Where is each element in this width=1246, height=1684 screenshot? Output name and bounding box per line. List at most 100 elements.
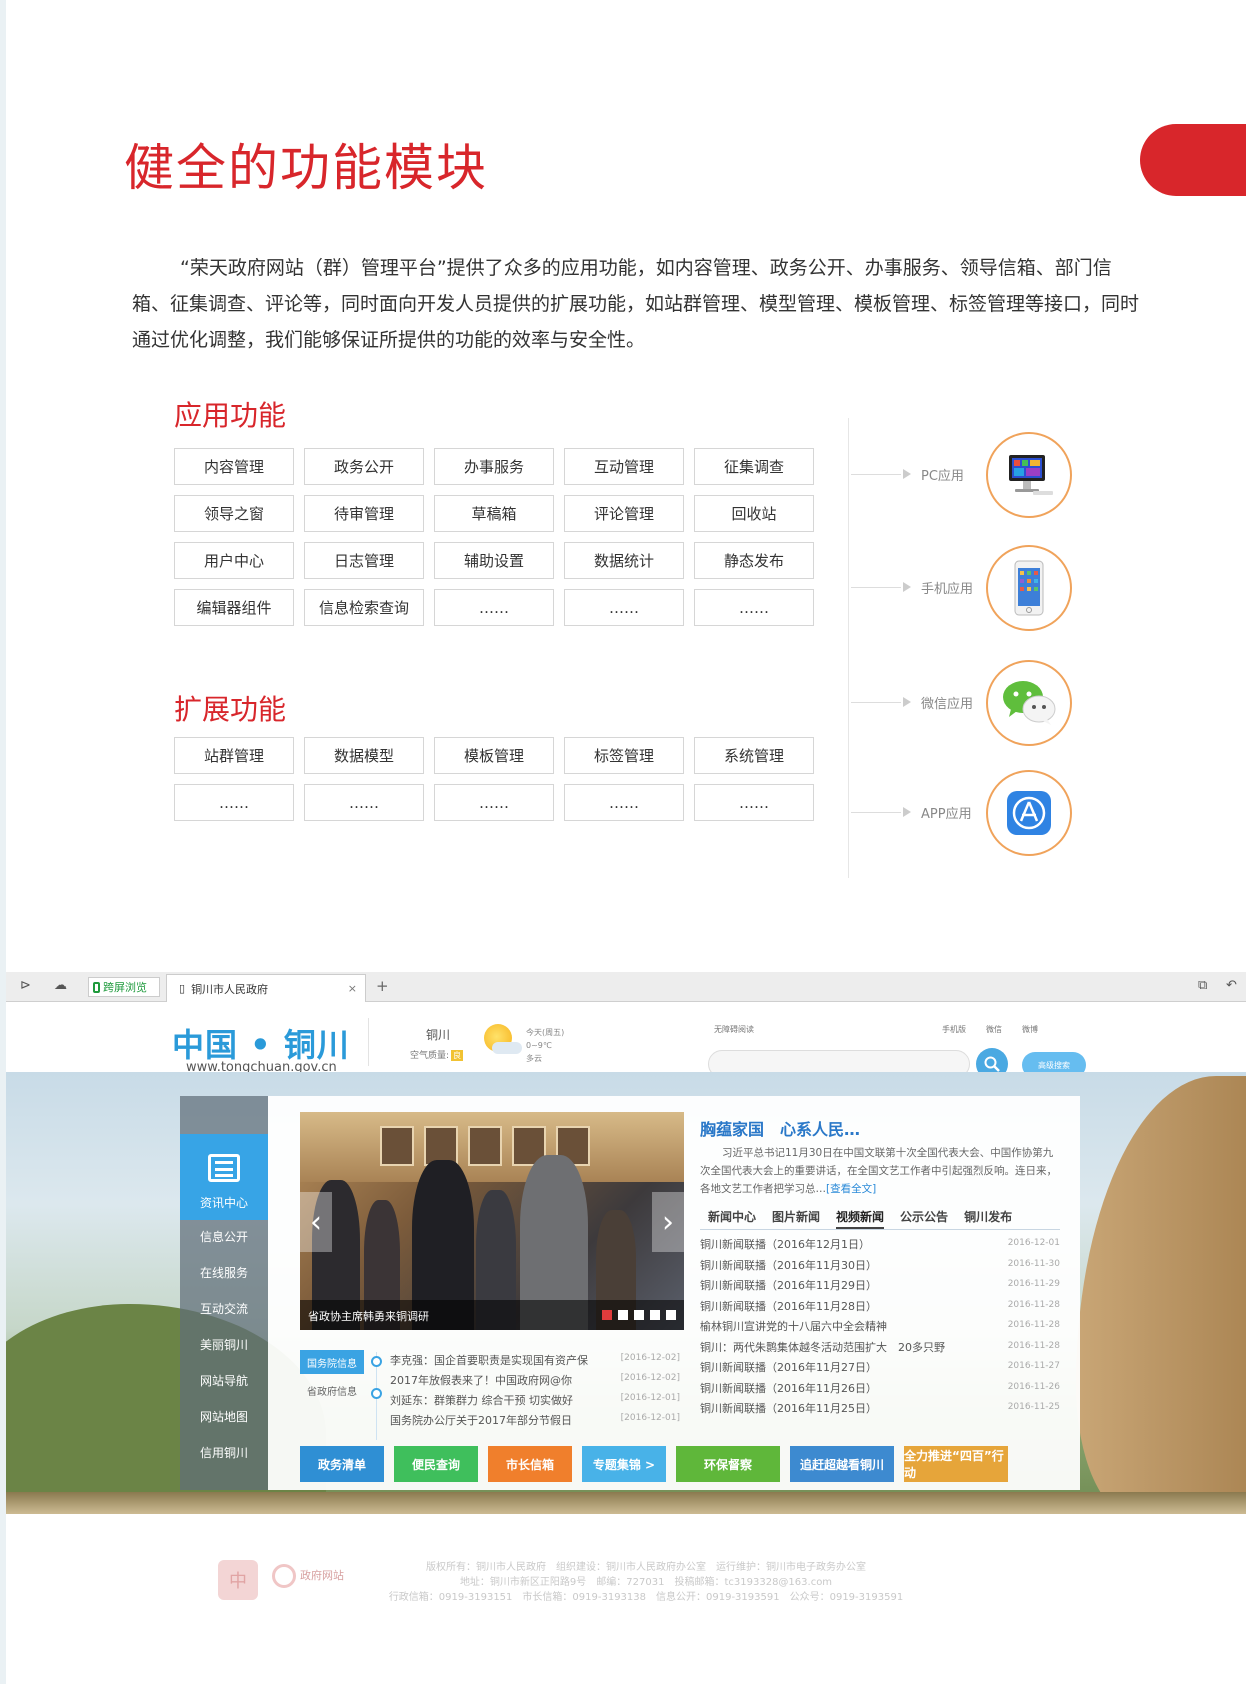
slide-dot[interactable] <box>650 1310 660 1320</box>
news-row[interactable]: 铜川新闻联播（2016年11月25日） 2016-11-25 <box>700 1400 1060 1421</box>
news-tab[interactable]: 铜川发布 <box>964 1206 1012 1229</box>
slide-dot[interactable] <box>602 1310 612 1320</box>
nav-item[interactable]: 在线服务 <box>180 1264 268 1281</box>
news-tab[interactable]: 图片新闻 <box>772 1206 820 1229</box>
intro-paragraph: “荣天政府网站（群）管理平台”提供了众多的应用功能，如内容管理、政务公开、办事服… <box>132 257 1140 351</box>
news-date: 2016-11-28 <box>1007 1299 1060 1310</box>
app-function-cell[interactable]: 日志管理 <box>304 542 424 579</box>
app-function-cell[interactable]: 用户中心 <box>174 542 294 579</box>
slide-dot[interactable] <box>634 1310 644 1320</box>
app-function-cell[interactable]: 待审管理 <box>304 495 424 532</box>
slide-next-arrow[interactable]: › <box>652 1192 684 1252</box>
nav-item[interactable]: 网站导航 <box>180 1372 268 1389</box>
new-tab-icon[interactable]: + <box>376 977 389 995</box>
app-function-cell[interactable]: 辅助设置 <box>434 542 554 579</box>
app-function-cell[interactable]: 内容管理 <box>174 448 294 485</box>
mobile-version-link[interactable]: 手机版 <box>942 1024 966 1035</box>
slide-prev-arrow[interactable]: ‹ <box>300 1192 332 1252</box>
quick-link-button[interactable]: 追赶超越看铜川 <box>790 1446 894 1482</box>
news-date: 2016-11-27 <box>1007 1361 1060 1371</box>
wechat-link[interactable]: 微信 <box>986 1024 1002 1035</box>
nav-item[interactable]: 信用铜川 <box>180 1444 268 1461</box>
sidebar-toggle-icon[interactable]: ⊳ <box>20 978 31 993</box>
app-label: APP应用 <box>921 807 972 822</box>
cloud-icon[interactable]: ☁ <box>54 978 67 993</box>
news-tab[interactable]: 新闻中心 <box>708 1206 756 1229</box>
list-item[interactable]: 2017年放假表来了！中国政府网@你 [2016-12-02] <box>390 1372 680 1392</box>
news-row[interactable]: 铜川新闻联播（2016年11月30日） 2016-11-30 <box>700 1257 1060 1278</box>
news-row[interactable]: 铜川新闻联播（2016年11月28日） 2016-11-28 <box>700 1298 1060 1319</box>
nav-item[interactable]: 网站地图 <box>180 1408 268 1425</box>
ext-function-cell[interactable]: …… <box>304 784 424 821</box>
list-item[interactable]: 李克强：国企首要职责是实现国有资产保 [2016-12-02] <box>390 1352 680 1372</box>
quick-link-button[interactable]: 市长信箱 <box>488 1446 572 1482</box>
slide-dot[interactable] <box>666 1310 676 1320</box>
news-title: 铜川新闻联播（2016年11月27日） <box>700 1361 877 1374</box>
app-function-cell[interactable]: 领导之窗 <box>174 495 294 532</box>
nav-item-news-center[interactable]: 资讯中心 <box>180 1134 268 1220</box>
app-function-cell[interactable]: 编辑器组件 <box>174 589 294 626</box>
ext-function-cell[interactable]: 系统管理 <box>694 737 814 774</box>
ext-function-cell[interactable]: 数据模型 <box>304 737 424 774</box>
news-row[interactable]: 铜川新闻联播（2016年11月29日） 2016-11-29 <box>700 1277 1060 1298</box>
list-item[interactable]: 刘延东：群策群力 综合干预 切实做好 [2016-12-01] <box>390 1392 680 1412</box>
news-tab[interactable]: 视频新闻 <box>836 1206 885 1229</box>
app-function-cell[interactable]: 静态发布 <box>694 542 814 579</box>
close-icon[interactable]: × <box>348 982 357 995</box>
quick-link-button[interactable]: 政务清单 <box>300 1446 384 1482</box>
ext-function-cell[interactable]: …… <box>694 784 814 821</box>
window-icon[interactable]: ⧉ <box>1198 978 1207 993</box>
tab-provincial-info[interactable]: 省政府信息 <box>300 1380 364 1400</box>
news-row[interactable]: 铜川新闻联播（2016年11月26日） 2016-11-26 <box>700 1380 1060 1401</box>
cloud-weather-icon <box>492 1042 522 1054</box>
nav-item[interactable]: 美丽铜川 <box>180 1336 268 1353</box>
undo-icon[interactable]: ↶ <box>1226 978 1237 993</box>
app-function-cell[interactable]: …… <box>564 589 684 626</box>
app-function-cell[interactable]: 评论管理 <box>564 495 684 532</box>
slide-caption[interactable]: 省政协主席韩勇来铜调研 <box>308 1308 429 1324</box>
ext-function-cell[interactable]: …… <box>174 784 294 821</box>
nav-item[interactable]: 信息公开 <box>180 1228 268 1245</box>
slide-dot[interactable] <box>618 1310 628 1320</box>
phone-icon <box>93 981 100 993</box>
app-function-cell[interactable]: 征集调查 <box>694 448 814 485</box>
weather-cond: 多云 <box>526 1054 542 1063</box>
app-function-cell[interactable]: 互动管理 <box>564 448 684 485</box>
nav-item[interactable]: 互动交流 <box>180 1300 268 1317</box>
photo-slideshow[interactable]: ‹ › 省政协主席韩勇来铜调研 <box>300 1112 684 1330</box>
app-function-cell[interactable]: 政务公开 <box>304 448 424 485</box>
headline-title[interactable]: 胸蕴家国 心系人民… <box>700 1116 860 1140</box>
news-tab[interactable]: 公示公告 <box>900 1206 948 1229</box>
list-item[interactable]: 国务院办公厅关于2017年部分节假日 [2016-12-01] <box>390 1412 680 1432</box>
app-function-cell[interactable]: 信息检索查询 <box>304 589 424 626</box>
quick-link-button[interactable]: 便民查询 <box>394 1446 478 1482</box>
search-icon <box>984 1056 1000 1072</box>
app-function-cell[interactable]: 回收站 <box>694 495 814 532</box>
smartphone-icon <box>986 545 1072 631</box>
accessibility-link[interactable]: 无障碍阅读 <box>714 1024 754 1035</box>
browser-tab-active[interactable]: ▯ 铜川市人民政府 × <box>166 974 366 1002</box>
news-row[interactable]: 铜川新闻联播（2016年12月1日） 2016-12-01 <box>700 1236 1060 1257</box>
app-store-icon <box>986 770 1072 856</box>
app-function-cell[interactable]: 草稿箱 <box>434 495 554 532</box>
weibo-link[interactable]: 微博 <box>1022 1024 1038 1035</box>
app-function-cell[interactable]: 数据统计 <box>564 542 684 579</box>
app-function-cell[interactable]: …… <box>434 589 554 626</box>
app-function-cell[interactable]: 办事服务 <box>434 448 554 485</box>
list-item-date: [2016-12-02] <box>620 1353 680 1363</box>
cross-screen-tab[interactable]: 跨屏浏览 <box>88 977 160 997</box>
ext-function-cell[interactable]: …… <box>434 784 554 821</box>
news-row[interactable]: 铜川新闻联播（2016年11月27日） 2016-11-27 <box>700 1359 1060 1380</box>
app-function-cell[interactable]: …… <box>694 589 814 626</box>
quick-link-button[interactable]: 全力推进“四百”行动 <box>904 1446 1008 1482</box>
ext-function-cell[interactable]: …… <box>564 784 684 821</box>
quick-link-button[interactable]: 专题集锦 > <box>582 1446 666 1482</box>
ext-function-cell[interactable]: 模板管理 <box>434 737 554 774</box>
news-row[interactable]: 铜川：两代朱鹮集体越冬活动范围扩大 20多只野 2016-11-28 <box>700 1339 1060 1360</box>
read-more-link[interactable]: [查看全文] <box>826 1183 876 1195</box>
tab-state-council-info[interactable]: 国务院信息 <box>300 1350 364 1374</box>
news-row[interactable]: 榆林铜川宣讲党的十八届六中全会精神 2016-11-28 <box>700 1318 1060 1339</box>
ext-function-cell[interactable]: 站群管理 <box>174 737 294 774</box>
ext-function-cell[interactable]: 标签管理 <box>564 737 684 774</box>
quick-link-button[interactable]: 环保督察 <box>676 1446 780 1482</box>
